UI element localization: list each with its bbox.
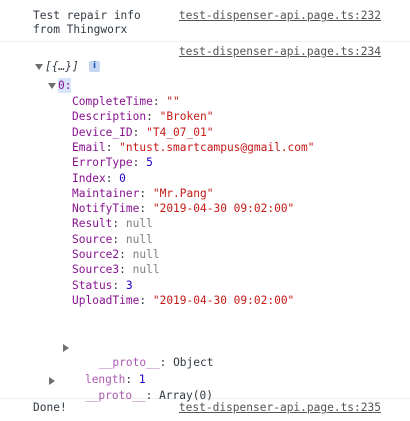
property-key: Description [72,110,147,124]
property-row: Source: null [72,232,153,247]
property-colon: : [105,171,120,185]
property-colon: : [119,263,133,277]
property-row: CompleteTime: "" [72,94,180,109]
property-key: ErrorType [72,156,133,170]
property-row: Status: 3 [72,278,133,293]
message-text-line2: from Thingworx [33,23,128,36]
proto-object-value: Object [173,356,214,369]
source-link-232[interactable]: test-dispenser-api.page.ts:232 [179,8,381,23]
property-value: "Mr.Pang" [152,186,214,200]
property-colon: : [105,140,120,154]
property-colon: : [139,186,153,200]
property-key: Source2 [72,248,120,261]
property-row: Source2: null [72,247,160,262]
source-link-235[interactable]: test-dispenser-api.page.ts:235 [179,400,381,415]
source-link-234[interactable]: test-dispenser-api.page.ts:234 [179,44,381,59]
property-value: null [125,232,153,246]
property-row: Description: "Broken" [72,109,213,124]
property-value: null [132,248,160,261]
property-colon: : [152,95,167,108]
property-colon: : [146,110,160,124]
property-key: Result [72,217,113,231]
array-index-0[interactable]: 0: [58,78,72,93]
property-value: 3 [125,278,133,292]
property-colon: : [112,278,126,292]
property-row: Source3: null [72,262,160,277]
property-key: UploadTime [72,293,140,307]
property-key: Source3 [72,263,120,277]
property-row: Device_ID: "T4_07_01" [72,125,213,140]
property-key: Source [72,232,113,246]
property-row: NotifyTime: "2019-04-30 09:02:00" [72,201,294,216]
expand-proto-object-triangle[interactable] [63,344,69,352]
property-colon: : [139,202,153,216]
array-preview[interactable]: [{…}] [45,59,79,74]
property-colon: : [132,156,147,170]
property-value: null [132,263,160,277]
property-row: Index: 0 [72,171,126,186]
property-row: UploadTime: "2019-04-30 09:02:00" [72,293,294,308]
property-row: Result: null [72,216,153,231]
property-value: "Broken" [159,110,214,124]
property-colon: : [132,125,147,139]
property-key: Maintainer [72,186,140,200]
property-key: Index [72,171,106,185]
property-value: null [125,217,153,231]
property-colon: : [119,248,133,261]
property-colon: : [112,232,126,246]
property-value: 5 [146,156,153,170]
property-row: Email: "ntust.smartcampus@gmail.com" [72,140,315,155]
property-value: "ntust.smartcampus@gmail.com" [119,140,315,154]
message-text-line1: Test repair info [33,9,141,22]
property-key: Email [72,140,106,154]
property-value: "2019-04-30 09:02:00" [152,293,295,307]
property-key: NotifyTime [72,202,140,216]
proto-colon: : [159,356,174,369]
property-value: "" [166,95,180,108]
property-row: ErrorType: 5 [72,155,153,170]
property-key: Device_ID [72,125,133,139]
message-text-done: Done! [33,401,67,414]
info-icon[interactable]: i [89,61,100,72]
property-key: Status [72,278,113,292]
property-colon: : [112,217,126,231]
property-value: "T4_07_01" [146,125,214,139]
property-colon: : [139,293,153,307]
console-message-repair-object: test-dispenser-api.page.ts:234 [{…}] i 0… [0,41,410,402]
property-value: 0 [119,171,126,185]
property-value: "2019-04-30 09:02:00" [152,202,295,216]
expand-index-triangle[interactable] [48,83,56,89]
expand-array-triangle[interactable] [35,64,43,70]
expand-proto-array-triangle[interactable] [49,377,55,385]
property-key: CompleteTime [72,95,153,108]
property-row: Maintainer: "Mr.Pang" [72,186,213,201]
console-message-done: Done! test-dispenser-api.page.ts:235 [0,398,410,421]
console-message-repair-info: Test repair info from Thingworx test-dis… [0,0,410,42]
